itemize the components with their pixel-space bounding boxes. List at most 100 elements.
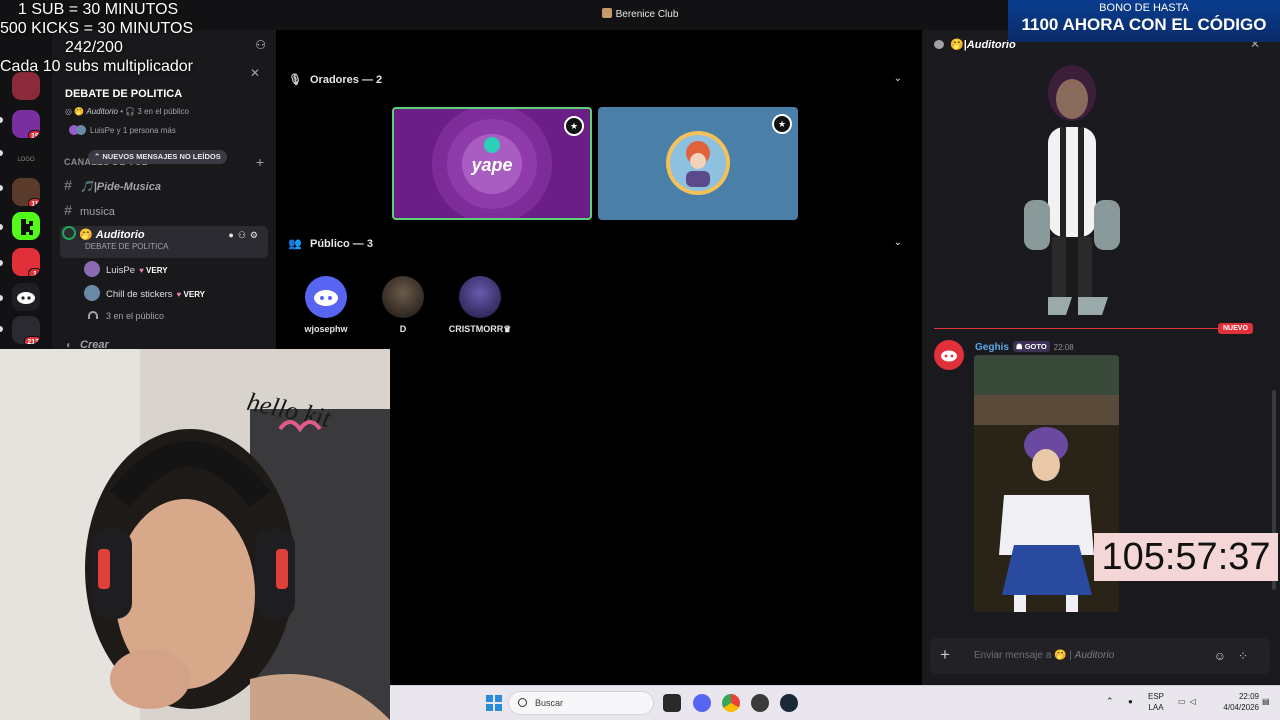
network-volume-icons[interactable]: ▭◁ xyxy=(1178,696,1200,707)
server-icon-purple[interactable]: 19 xyxy=(12,110,40,138)
composer-placeholder[interactable]: Enviar mensaje a 🤭 | Auditorio xyxy=(974,650,1114,661)
sticker-image xyxy=(1012,65,1132,320)
mic-tray-icon[interactable]: ● xyxy=(1128,696,1133,707)
audience-member[interactable]: CRISTMORR♛ xyxy=(440,276,520,335)
avatar-image xyxy=(666,131,730,195)
taskbar-clock[interactable]: 22:09 4/04/2026 xyxy=(1215,691,1259,713)
chat-bubble-icon xyxy=(934,40,944,49)
server-icon-gray[interactable]: 213 xyxy=(12,316,40,344)
voice-member-chill[interactable]: Chill de stickers ♥ VERY xyxy=(84,285,205,305)
server-icon-discord[interactable] xyxy=(12,283,40,311)
audience-member[interactable]: wjosephw xyxy=(286,276,366,334)
discord-icon xyxy=(17,292,35,304)
mention-badge: 213 xyxy=(24,336,40,344)
windows-taskbar: Buscar ⌃ ● ESP LAA ▭◁ 22:09 4/04/2026 ▤ xyxy=(390,685,1280,720)
unread-pip xyxy=(0,117,3,123)
overlay-line: Cada 10 subs multiplicador xyxy=(0,58,193,75)
mention-badge: 11 xyxy=(28,198,40,206)
message-time: 22:08 xyxy=(1053,343,1074,352)
message-header: Geghis ☗ GOTO 22:08 xyxy=(975,341,1074,353)
start-tile xyxy=(486,704,493,711)
overlay-line: 242/200 xyxy=(65,39,123,56)
clock-date: 4/04/2026 xyxy=(1223,703,1259,712)
server-icon-kick[interactable] xyxy=(12,212,40,240)
chevron-down-icon[interactable]: ⌄ xyxy=(894,73,902,84)
add-friend-icon[interactable]: ⚇ xyxy=(255,38,266,52)
member-name: Chill de stickers xyxy=(106,289,173,300)
search-label: Buscar xyxy=(535,698,564,708)
speaker-icon: ◖ xyxy=(64,340,72,350)
chevron-down-icon[interactable]: ⌄ xyxy=(894,237,902,248)
channel-crear[interactable]: ◖ Crear xyxy=(60,334,268,350)
message-author[interactable]: Geghis xyxy=(975,342,1009,353)
member-name: LuisPe xyxy=(106,265,136,276)
language-indicator[interactable]: ESP LAA xyxy=(1148,691,1164,713)
attach-plus-icon[interactable]: + xyxy=(940,645,950,665)
audience-count[interactable]: 3 en el público xyxy=(88,311,164,321)
composer-actions[interactable]: ☺⁘ xyxy=(1214,649,1260,663)
moderator-icon: ★ xyxy=(564,116,584,136)
speaker-tile-avatar[interactable]: ★ xyxy=(598,107,798,220)
channel-label: musica xyxy=(80,206,115,218)
speakers-header-label: Oradores — 2 xyxy=(310,74,383,86)
discord-taskbar-icon[interactable] xyxy=(693,694,711,712)
discord-icon xyxy=(941,350,957,362)
webcam-feed: hello kit xyxy=(0,349,390,720)
avatar xyxy=(459,276,501,318)
stage-icon xyxy=(62,226,76,240)
event-subtitle: ◎ 🤭 Auditorio • 🎧 3 en el público xyxy=(65,107,189,116)
role-badge: ☗ GOTO xyxy=(1012,341,1050,352)
channel-actions[interactable]: ●⚇⚙ xyxy=(228,226,262,244)
hash-icon: # xyxy=(64,177,72,193)
server-icon xyxy=(601,8,612,18)
avatar xyxy=(305,276,347,318)
search-icon xyxy=(518,698,527,707)
task-view-icon[interactable] xyxy=(663,694,681,712)
message-composer[interactable]: + Enviar mensaje a 🤭 | Auditorio ☺⁘ xyxy=(930,638,1270,674)
avatar xyxy=(84,285,100,301)
new-messages-divider xyxy=(934,328,1234,329)
avatar xyxy=(84,261,100,277)
server-icon-brown[interactable]: 11 xyxy=(12,178,40,206)
avatar[interactable] xyxy=(934,340,964,370)
obs-icon[interactable] xyxy=(751,694,769,712)
notification-icon[interactable]: ▤ xyxy=(1262,696,1270,707)
unread-pip xyxy=(0,150,3,156)
mic-icon: 🎙 xyxy=(288,74,302,86)
keyboard-layout: LAA xyxy=(1148,703,1164,712)
channel-subtitle: DEBATE DE POLITICA xyxy=(85,242,169,251)
channel-sidebar: ⚇ ✕ DEBATE DE POLITICA ◎ 🤭 Auditorio • 🎧… xyxy=(52,30,276,350)
audience-member[interactable]: D xyxy=(363,276,443,334)
unread-pill-label: NUEVOS MENSAJES NO LEÍDOS xyxy=(102,152,221,161)
promo-line1: BONO DE HASTA xyxy=(1099,2,1189,14)
window-title-text: Berenice Club xyxy=(615,9,679,20)
webcam-image: hello kit xyxy=(0,349,390,720)
windows-start-button[interactable] xyxy=(486,695,502,711)
channel-musica[interactable]: # musica xyxy=(60,199,268,221)
speakers-header: 🎙 Oradores — 2 xyxy=(288,73,382,86)
unread-pip xyxy=(0,185,3,191)
participants-text: LuisPe y 1 persona más xyxy=(90,126,176,135)
composer-channel: Auditorio xyxy=(1074,650,1115,661)
close-icon[interactable]: ✕ xyxy=(250,66,260,80)
channel-auditorio[interactable]: 🤭 Auditorio DEBATE DE POLITICA ●⚇⚙ xyxy=(60,226,268,258)
server-icon-red[interactable] xyxy=(12,72,40,100)
chrome-icon[interactable] xyxy=(722,694,740,712)
tray-chevron-icon[interactable]: ⌃ xyxy=(1106,696,1114,707)
channel-pide-musica[interactable]: # 🎵|Pide-Musica xyxy=(60,174,268,196)
server-icon-logo[interactable]: LOGO xyxy=(12,146,40,174)
channel-label: 🎵|Pide-Musica xyxy=(80,181,161,193)
server-icon-redlogo[interactable]: 1 xyxy=(12,248,40,276)
voice-member-luispe[interactable]: LuisPe ♥ VERY xyxy=(84,261,168,281)
chat-panel: 🤭|Auditorio ✕ NUEVO Geghis☗ GOTO22:08 xyxy=(922,30,1280,685)
steam-icon[interactable] xyxy=(780,694,798,712)
audience-name: CRISTMORR♛ xyxy=(448,324,512,334)
member-tag-label: VERY xyxy=(146,266,168,275)
language-code: ESP xyxy=(1148,692,1165,701)
add-channel-icon[interactable]: + xyxy=(256,154,264,170)
event-title: DEBATE DE POLITICA xyxy=(65,88,183,100)
start-tile xyxy=(495,695,502,702)
unread-messages-pill[interactable]: ⌃ NUEVOS MENSAJES NO LEÍDOS xyxy=(88,150,227,164)
speaker-tile-yape[interactable]: yape ★ xyxy=(392,107,592,220)
taskbar-search[interactable]: Buscar xyxy=(508,691,654,715)
